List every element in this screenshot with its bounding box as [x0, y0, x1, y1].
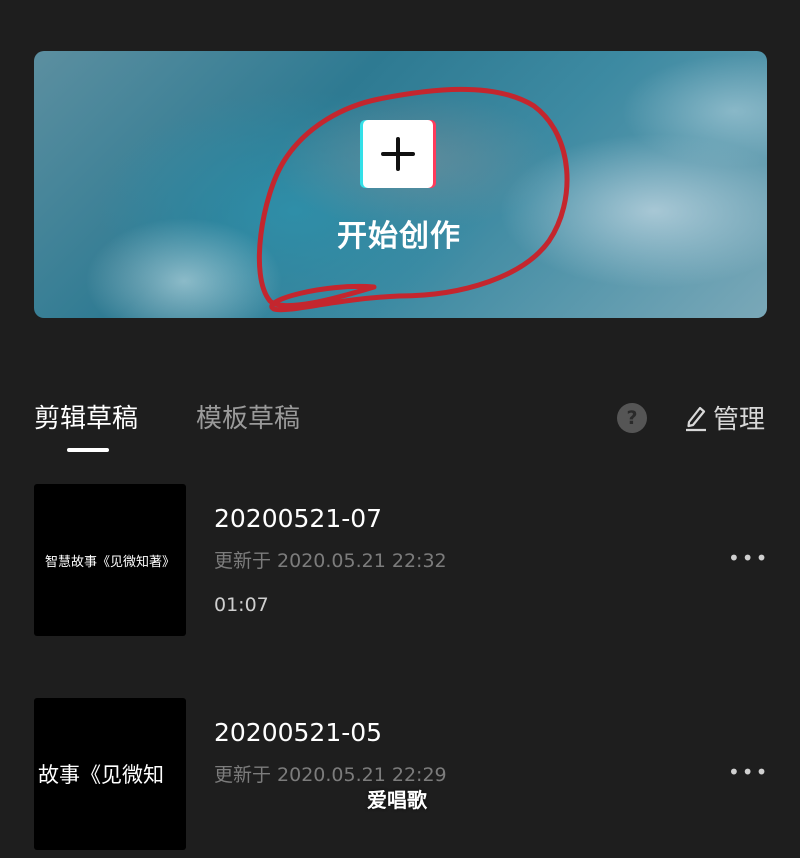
- thumbnail-text: 故事《见微知: [38, 763, 164, 787]
- thumbnail-text: 智慧故事《见微知著》: [44, 554, 175, 570]
- create-banner[interactable]: 开始创作: [34, 51, 767, 318]
- box-icon[interactable]: [730, 0, 766, 14]
- project-item[interactable]: 故事《见微知 20200521-05 更新于 2020.05.21 22:29 …: [0, 698, 800, 858]
- project-updated-time: 更新于 2020.05.21 22:29: [214, 764, 447, 786]
- tab-edit-drafts[interactable]: 剪辑草稿: [34, 398, 138, 435]
- manage-label: 管理: [713, 404, 766, 435]
- create-button[interactable]: [363, 120, 433, 188]
- manage-button[interactable]: 管理: [683, 400, 766, 435]
- plus-icon: [381, 137, 415, 171]
- help-icon[interactable]: ?: [617, 403, 647, 433]
- project-thumbnail[interactable]: 故事《见微知: [34, 698, 186, 850]
- watermark: 爱唱歌: [367, 788, 427, 812]
- project-thumbnail[interactable]: 智慧故事《见微知著》: [34, 484, 186, 636]
- more-options-icon[interactable]: •••: [728, 546, 769, 570]
- more-options-icon[interactable]: •••: [728, 760, 769, 784]
- project-duration: 01:07: [214, 594, 269, 616]
- project-item[interactable]: 智慧故事《见微知著》 20200521-07 更新于 2020.05.21 22…: [0, 484, 800, 644]
- active-tab-indicator: [67, 448, 109, 452]
- project-title: 20200521-05: [214, 718, 383, 747]
- edit-icon: [686, 406, 706, 432]
- tab-template-drafts[interactable]: 模板草稿: [196, 398, 300, 435]
- create-label[interactable]: 开始创作: [334, 211, 464, 255]
- project-title: 20200521-07: [214, 504, 383, 533]
- project-updated-time: 更新于 2020.05.21 22:32: [214, 550, 447, 572]
